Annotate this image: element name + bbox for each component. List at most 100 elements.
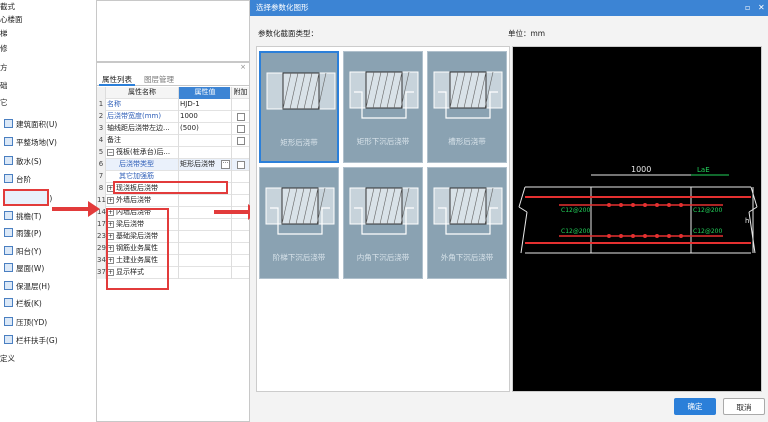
property-name: 名称 <box>107 99 177 111</box>
shape-label: 矩形下沉后浇带 <box>356 137 410 146</box>
header-value: 属性值 <box>178 87 230 99</box>
tree-item[interactable]: 心楼面 <box>0 13 23 27</box>
grid-header: 属性名称 属性值 附加 <box>97 87 249 99</box>
property-value[interactable] <box>178 135 230 147</box>
shape-preview: 1000 LaE h C12@200 C12@200 C12@200 C12@2… <box>512 46 762 392</box>
add-cell <box>231 255 249 267</box>
shape-thumb[interactable]: 矩形下沉后浇带 <box>343 51 423 163</box>
tree-item[interactable]: 修 <box>0 42 8 56</box>
tree-item[interactable]: 础 <box>0 79 8 93</box>
rebar-top-right: C12@200 <box>693 207 722 214</box>
attach-checkbox[interactable] <box>237 113 245 121</box>
eave-icon <box>4 211 13 220</box>
property-row[interactable]: 4 备注 <box>97 135 249 147</box>
shape-thumb[interactable]: 矩形后浇带 <box>259 51 339 163</box>
property-name-text: 后浇带宽度(mm) <box>107 112 162 120</box>
property-value[interactable]: 1000 <box>178 111 230 123</box>
tree-item[interactable]: 压顶(YD) <box>4 316 47 330</box>
arrow-left-head <box>88 201 100 217</box>
minimize-icon[interactable]: ▫ <box>745 0 750 16</box>
property-value[interactable]: 矩形后浇带 ··· <box>178 159 230 171</box>
rebar-top-left: C12@200 <box>561 207 590 214</box>
tree-item[interactable]: 阳台(Y) <box>4 245 41 259</box>
property-value[interactable] <box>178 147 230 159</box>
preview-drawing: 1000 LaE h C12@200 C12@200 C12@200 C12@2… <box>518 165 758 254</box>
add-cell <box>231 123 249 135</box>
tree-item[interactable]: 梯 <box>0 27 8 41</box>
param-shape-dialog: 选择参数化图形 ▫ ✕ 参数化截面类型： 单位：mm 矩形后浇带 矩形下沉后浇带 槽… <box>250 0 768 422</box>
panel-close-icon[interactable]: × <box>240 63 246 71</box>
property-value[interactable]: HJD-1 <box>178 99 230 111</box>
tree-item[interactable]: 定义 <box>0 352 15 366</box>
add-cell <box>231 231 249 243</box>
attach-checkbox[interactable] <box>237 137 245 145</box>
property-row[interactable]: 6 后浇带类型 矩形后浇带 ··· <box>97 159 249 171</box>
tree-item-label: 散水(S) <box>16 157 42 166</box>
level-icon <box>4 137 13 146</box>
tab-layers[interactable]: 图层管理 <box>141 73 177 86</box>
tree-item[interactable]: 平整场地(V) <box>4 136 57 150</box>
property-row[interactable]: 1 名称 HJD-1 <box>97 99 249 111</box>
tree-item-label: 挑檐(T) <box>16 212 42 221</box>
ellipsis-button[interactable]: ··· <box>221 160 230 169</box>
component-list-panel <box>96 0 250 62</box>
shape-label: 槽形后浇带 <box>448 137 486 146</box>
header-name: 属性名称 <box>128 88 156 96</box>
tree-item[interactable]: 建筑面积(U) <box>4 118 57 132</box>
property-value[interactable] <box>178 255 230 267</box>
ok-button[interactable]: 确定 <box>674 398 716 415</box>
row-number: 4 <box>97 135 106 147</box>
roof-icon <box>4 263 13 272</box>
tree-item[interactable]: 保温层(H) <box>4 280 50 294</box>
tree-item-label: 心楼面 <box>0 15 23 24</box>
property-value[interactable] <box>178 243 230 255</box>
tree-item-label: 截式 <box>0 2 15 11</box>
property-name: 备注 <box>107 135 177 147</box>
tree-item[interactable]: 屋面(W) <box>4 262 44 276</box>
tree-item[interactable]: 散水(S) <box>4 155 42 169</box>
tree-item[interactable]: 栏板(K) <box>4 297 42 311</box>
property-row[interactable]: 2 后浇带宽度(mm) 1000 <box>97 111 249 123</box>
tree-item-label: 定义 <box>0 354 15 363</box>
property-value[interactable] <box>178 231 230 243</box>
property-value[interactable]: (500) <box>178 123 230 135</box>
property-row[interactable]: 5− 筏板(桩承台)后... <box>97 147 249 159</box>
cancel-button[interactable]: 取消 <box>723 398 765 415</box>
tree-item-label: 台阶 <box>16 175 31 184</box>
shape-thumb[interactable]: 槽形后浇带 <box>427 51 507 163</box>
collapse-icon[interactable]: − <box>107 149 114 156</box>
attach-checkbox[interactable] <box>237 125 245 133</box>
properties-tabs: 属性列表 图层管理 <box>97 73 249 86</box>
tree-item-label: 压顶(YD) <box>16 318 48 327</box>
coping-icon <box>4 317 13 326</box>
dim-lae-label: LaE <box>697 166 710 174</box>
tree-item-label: 方 <box>0 63 8 72</box>
dim-width-label: 1000 <box>631 165 651 174</box>
close-icon[interactable]: ✕ <box>758 0 765 16</box>
add-cell <box>231 111 249 123</box>
attach-checkbox[interactable] <box>237 161 245 169</box>
tree-item[interactable]: 雨篷(P) <box>4 227 41 241</box>
tree-item[interactable]: 台阶 <box>4 173 31 187</box>
rebar-bottom-right: C12@200 <box>693 228 722 235</box>
property-value[interactable] <box>178 267 230 279</box>
arrow-right-shaft <box>214 210 250 214</box>
property-row[interactable]: 3 轴线距后浇带左边... (500) <box>97 123 249 135</box>
shape-thumb[interactable]: 外角下沉后浇带 <box>427 167 507 279</box>
tree-item[interactable]: 它 <box>0 96 8 110</box>
row-number: 37 <box>97 267 106 279</box>
tree-item[interactable]: 挑檐(T) <box>4 210 41 224</box>
add-cell <box>231 171 249 183</box>
shape-thumb[interactable]: 阶梯下沉后浇带 <box>259 167 339 279</box>
property-value-text: HJD-1 <box>180 100 200 108</box>
tree-item[interactable]: 截式 <box>0 0 15 14</box>
arrow-left-shaft <box>52 207 90 211</box>
tree-item[interactable]: 方 <box>0 61 8 75</box>
row-number: 3 <box>97 123 106 135</box>
tab-properties[interactable]: 属性列表 <box>99 73 135 86</box>
tree-item[interactable]: 栏杆扶手(G) <box>4 334 58 348</box>
tree-item-label: 阳台(Y) <box>16 247 42 256</box>
add-cell <box>231 99 249 111</box>
shape-thumb[interactable]: 内角下沉后浇带 <box>343 167 423 279</box>
property-value-text: 1000 <box>180 112 198 120</box>
